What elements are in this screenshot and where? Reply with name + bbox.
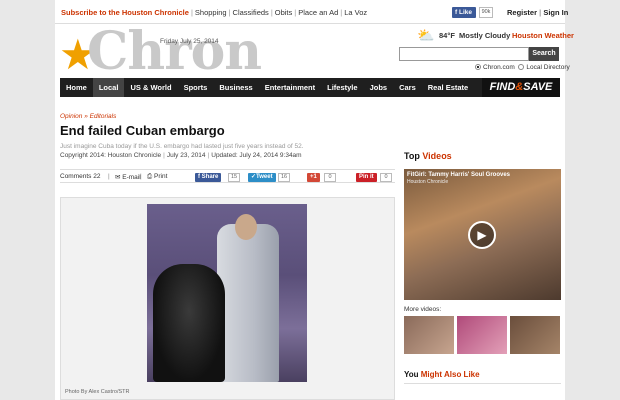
video-thumbnail[interactable] [510,316,560,354]
main-nav: Home Local US & World Sports Business Enterta… [60,78,560,97]
nav-business[interactable]: Business [213,78,258,97]
obits-link[interactable]: Obits [275,8,293,17]
scope-chron-label: Chron.com [483,64,515,71]
email-label: E-mail [122,174,141,181]
video-source: Houston Chronicle [407,179,449,185]
cloudy-sun-icon: ⛅ [417,27,435,43]
nav-home[interactable]: Home [60,78,93,97]
nav-real-estate[interactable]: Real Estate [422,78,474,97]
subscribe-link[interactable]: Subscribe to the Houston Chronicle [61,8,189,17]
divider: | [140,173,142,180]
scope-chron-radio[interactable] [475,64,481,70]
video-thumbnail[interactable] [404,316,454,354]
copyright: Copyright 2014: Houston Chronicle [60,152,162,159]
updated-date: Updated: July 24, 2014 9:34am [211,152,302,159]
la-voz-link[interactable]: La Voz [344,8,367,17]
nav-sports[interactable]: Sports [178,78,214,97]
nav-local[interactable]: Local [92,78,125,97]
video-title: FitGirl: Tammy Harris' Soul Grooves [407,172,511,178]
printer-icon: ⎙ [147,173,153,180]
tweet-label: Tweet [256,174,273,180]
masthead-date: Friday July 25, 2014 [160,38,219,45]
nav-entertainment[interactable]: Entertainment [259,78,321,97]
find-and-save-button[interactable]: FIND&SAVE [482,78,560,97]
print-link[interactable]: ⎙ Print [147,173,167,181]
comments-link[interactable]: Comments 22 [60,173,100,180]
more-videos-label: More videos: [404,306,442,313]
scope-directory-radio[interactable] [518,64,525,70]
top-links: Subscribe to the Houston Chronicle | Shopp… [61,8,368,17]
pin-count: 0 [380,173,392,182]
article-dek: Just imagine Cuba today if the U.S. emba… [60,143,304,150]
article-byline: Copyright 2014: Houston Chronicle | July 2… [60,152,302,159]
facebook-like-label: Like [458,9,472,16]
weather-condition: Mostly Cloudy [459,31,511,40]
breadcrumb[interactable]: Opinion » Editorials [60,113,116,120]
top-videos-heading: Top Videos [404,151,452,161]
search-input[interactable] [399,47,529,61]
divider [404,383,561,384]
photo-figure [217,224,279,382]
article-title: End failed Cuban embargo [60,123,225,138]
also-like-a: You [404,370,419,379]
pin-it-button[interactable]: Pin it [356,173,377,182]
video-player[interactable]: FitGirl: Tammy Harris' Soul Grooves Hous… [404,169,561,300]
fb-share-label: Share [201,174,219,180]
photo-image[interactable] [147,204,307,382]
place-an-ad-link[interactable]: Place an Ad [298,8,338,17]
sign-in-link[interactable]: Sign In [543,8,568,17]
play-icon[interactable]: ▶ [468,221,496,249]
search-scope: Chron.com Local Directory [475,64,570,71]
print-label: Print [154,173,168,180]
facebook-share-button[interactable]: f Share [195,173,222,182]
chron-logo[interactable]: ★ Chron Friday July 25, 2014 [57,21,317,82]
email-link[interactable]: ✉ E-mail [115,173,141,181]
top-videos-a: Top [404,151,420,161]
search-button[interactable]: Search [529,47,559,61]
article-photo: Photo By Alex Castro/STR [60,197,395,400]
page: Subscribe to the Houston Chronicle | Shopp… [55,0,574,400]
logo-wordmark: Chron [87,21,262,82]
also-like-heading: You Might Also Like [404,370,480,379]
scope-directory-label: Local Directory [526,64,570,71]
tweet-count: 16 [278,173,290,182]
nav-lifestyle[interactable]: Lifestyle [321,78,363,97]
google-plus-button[interactable]: +1 [307,173,320,182]
fb-share-count: 15 [228,173,240,182]
gplus-count: 0 [324,173,336,182]
weather-widget: ⛅ 84°F Mostly Cloudy Houston Weather [417,27,574,43]
classifieds-link[interactable]: Classifieds [233,8,269,17]
facebook-icon: f [455,9,458,16]
register-link[interactable]: Register [507,8,537,17]
promo-save: SAVE [523,81,553,93]
houston-weather-link[interactable]: Houston Weather [512,31,574,40]
video-thumbnail[interactable] [457,316,507,354]
account-links: Register | Sign In [507,8,569,17]
also-like-b: Might Also Like [420,370,480,379]
tweet-button[interactable]: ✓Tweet [248,173,276,182]
promo-find: FIND [489,81,516,93]
article-tools: Comments 22 | ✉ E-mail | ⎙ Print f Share… [60,169,395,183]
shopping-link[interactable]: Shopping [195,8,227,17]
divider: | [108,173,110,180]
nav-jobs[interactable]: Jobs [364,78,394,97]
nav-cars[interactable]: Cars [393,78,422,97]
facebook-like-button[interactable]: f Like [452,7,476,18]
envelope-icon: ✉ [115,174,121,181]
facebook-icon: f [198,174,200,180]
facebook-like-count: 90k [479,7,493,18]
nav-us-world[interactable]: US & World [124,78,177,97]
photo-figure-head [235,214,257,240]
top-videos-b: Videos [422,151,452,161]
weather-temperature: 84°F [439,31,455,40]
photo-sculpture [153,264,225,382]
photo-credit: Photo By Alex Castro/STR [65,389,130,395]
published-date: July 23, 2014 [166,152,206,159]
masthead: ★ Chron Friday July 25, 2014 ⛅ 84°F Most… [55,21,574,82]
